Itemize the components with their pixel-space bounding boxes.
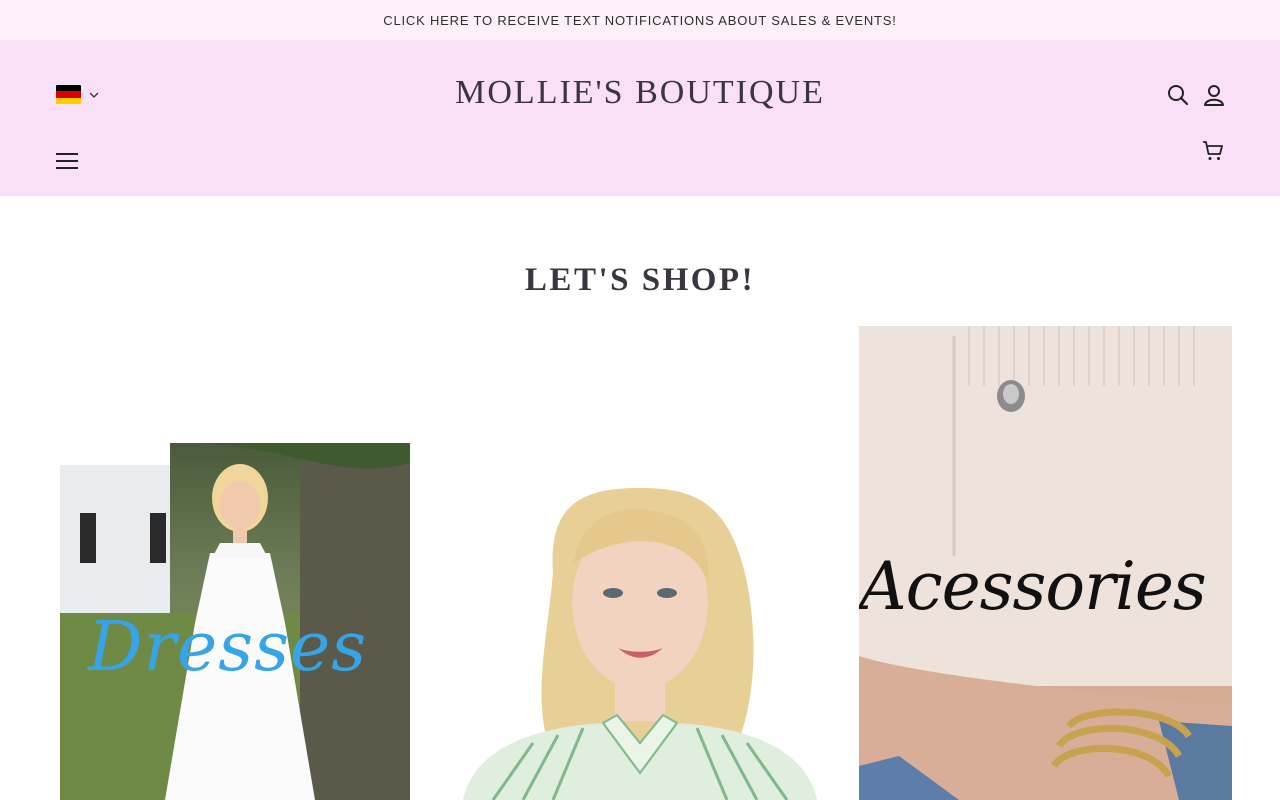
logo-link[interactable]: MOLLIE'S BOUTIQUE <box>455 74 825 111</box>
section-title: LET'S SHOP! <box>524 262 756 298</box>
site-logo: MOLLIE'S BOUTIQUE <box>0 74 1280 112</box>
collection-tile-tops[interactable] <box>453 443 827 800</box>
menu-button[interactable] <box>54 150 80 172</box>
menu-icon <box>56 153 78 169</box>
account-icon <box>1204 85 1224 106</box>
cart-button[interactable] <box>1200 138 1226 164</box>
collection-tile-dresses[interactable]: Dresses <box>60 443 410 800</box>
announcement-text[interactable]: CLICK HERE TO RECEIVE TEXT NOTIFICATIONS… <box>383 13 896 28</box>
collection-tile-accessories[interactable]: Acessories <box>859 326 1232 800</box>
account-button[interactable] <box>1202 83 1226 107</box>
announcement-bar[interactable]: CLICK HERE TO RECEIVE TEXT NOTIFICATIONS… <box>0 0 1280 40</box>
collection-label-accessories: Acessories <box>859 548 1207 625</box>
tops-photo <box>463 488 817 800</box>
search-button[interactable] <box>1166 83 1190 107</box>
site-header: MOLLIE'S BOUTIQUE <box>0 40 1280 196</box>
search-icon <box>1168 85 1189 106</box>
cart-icon <box>1203 141 1223 160</box>
collection-label-dresses: Dresses <box>88 608 368 687</box>
